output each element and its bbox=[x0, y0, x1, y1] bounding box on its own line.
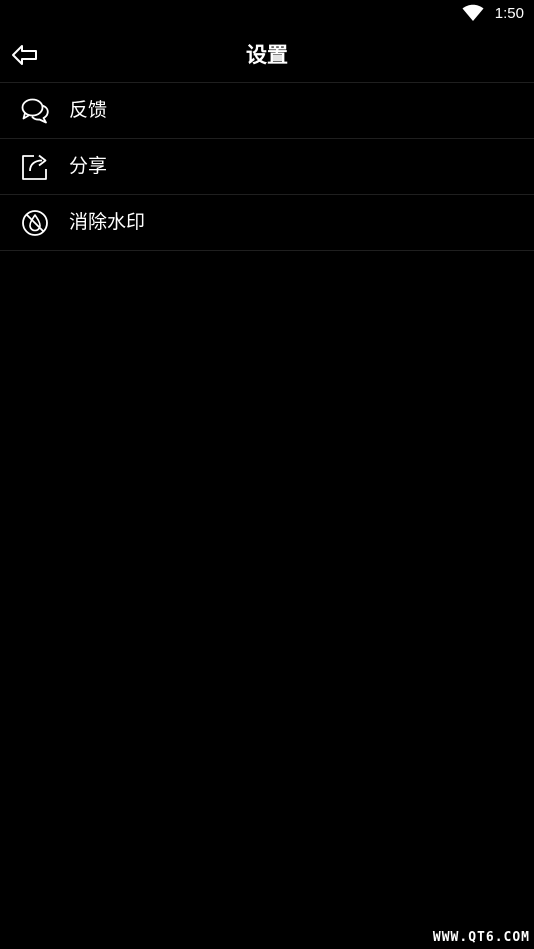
status-time: 1:50 bbox=[494, 5, 524, 22]
status-bar: 1:50 bbox=[0, 0, 534, 28]
chat-bubbles-icon bbox=[21, 98, 49, 124]
menu-item-share[interactable]: 分享 bbox=[0, 139, 534, 195]
page-title: 设置 bbox=[246, 43, 288, 67]
share-icon bbox=[22, 154, 47, 180]
menu-item-feedback[interactable]: 反馈 bbox=[0, 83, 534, 139]
menu-item-label: 反馈 bbox=[69, 99, 108, 121]
no-watermark-icon bbox=[22, 210, 48, 236]
menu-item-remove-watermark[interactable]: 消除水印 bbox=[0, 195, 534, 251]
app-bar: 设置 bbox=[0, 28, 534, 83]
menu-item-label: 分享 bbox=[69, 155, 108, 177]
settings-menu-list: 反馈 分享 消除水印 bbox=[0, 83, 534, 251]
site-watermark: WWW.QT6.COM bbox=[432, 930, 530, 945]
wifi-icon bbox=[462, 4, 484, 21]
menu-item-label: 消除水印 bbox=[69, 211, 146, 233]
